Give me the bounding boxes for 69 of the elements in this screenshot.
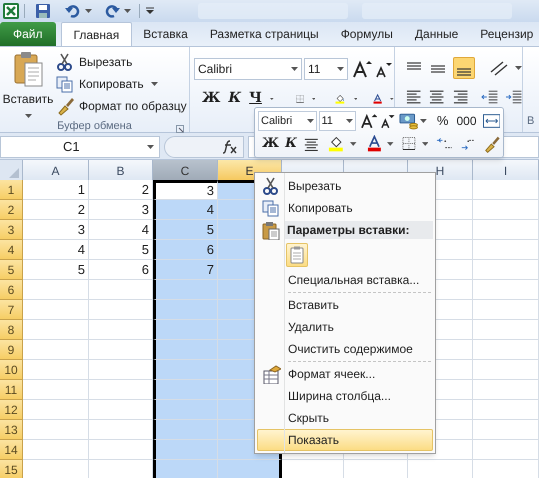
- font-name-field[interactable]: Calibri: [258, 111, 316, 131]
- font-size-field[interactable]: 11: [304, 58, 348, 80]
- italic-button[interactable]: К: [228, 88, 242, 109]
- table-cell[interactable]: 2: [89, 180, 153, 200]
- ribbon-tab[interactable]: Данные: [404, 22, 470, 46]
- bold-button[interactable]: Ж: [262, 134, 280, 154]
- italic-button[interactable]: К: [285, 134, 297, 154]
- menu-item[interactable]: Удалить: [257, 316, 433, 338]
- paste-button[interactable]: Вставить: [0, 47, 56, 118]
- ribbon-tab[interactable]: Вставка: [132, 22, 199, 46]
- font-name-field[interactable]: Calibri: [194, 58, 302, 80]
- menu-item[interactable]: Вставить: [257, 294, 433, 316]
- row-header[interactable]: 7: [0, 300, 23, 320]
- menu-item[interactable]: Скрыть: [257, 407, 433, 429]
- table-cell[interactable]: 6: [153, 240, 218, 260]
- group-title: Буфер обмена: [57, 119, 132, 134]
- row-header[interactable]: 1: [0, 180, 23, 200]
- row-header[interactable]: 2: [0, 200, 23, 220]
- table-cell[interactable]: 4: [153, 200, 218, 220]
- column-header[interactable]: C: [153, 160, 218, 182]
- row-header[interactable]: 10: [0, 360, 23, 380]
- row-header[interactable]: 14: [0, 440, 23, 460]
- row-header[interactable]: 9: [0, 340, 23, 360]
- menu-item[interactable]: Копировать: [257, 197, 433, 219]
- menu-item[interactable]: Ширина столбца...: [257, 385, 433, 407]
- group-title: В: [527, 114, 536, 128]
- table-cell[interactable]: 3: [23, 220, 89, 240]
- table-cell[interactable]: 5: [89, 240, 153, 260]
- row-header[interactable]: 5: [0, 260, 23, 280]
- table-cell[interactable]: 4: [89, 220, 153, 240]
- ribbon-command[interactable]: Копировать: [56, 73, 187, 95]
- column-header[interactable]: I: [473, 160, 539, 182]
- column-header[interactable]: B: [89, 160, 153, 182]
- menu-item[interactable]: Специальная вставка...: [257, 269, 433, 291]
- name-box[interactable]: C1: [0, 136, 160, 158]
- table-cell[interactable]: 6: [89, 260, 153, 280]
- row-header[interactable]: 4: [0, 240, 23, 260]
- row-header[interactable]: 6: [0, 280, 23, 300]
- column-header[interactable]: A: [23, 160, 89, 182]
- ribbon-command[interactable]: Формат по образцу: [56, 95, 187, 117]
- table-cell[interactable]: 7: [153, 260, 218, 280]
- ribbon-tab[interactable]: Главная: [60, 22, 132, 46]
- table-cell[interactable]: 5: [23, 260, 89, 280]
- table-cell[interactable]: 4: [23, 240, 89, 260]
- row-header[interactable]: 13: [0, 420, 23, 440]
- row-header[interactable]: 12: [0, 400, 23, 420]
- table-cell[interactable]: 1: [23, 180, 89, 200]
- bold-button[interactable]: Ж: [202, 88, 220, 109]
- underline-button[interactable]: Ч: [249, 88, 262, 109]
- ribbon-tab[interactable]: Разметка страницы: [198, 22, 330, 46]
- table-cell[interactable]: 3: [153, 180, 218, 200]
- row-header[interactable]: 11: [0, 380, 23, 400]
- row-header[interactable]: 15: [0, 460, 23, 478]
- font-size-field[interactable]: 11: [318, 111, 356, 131]
- menu-item[interactable]: Формат ячеек...: [257, 363, 433, 385]
- menu-section-header: Параметры вставки:: [284, 221, 433, 239]
- row-header[interactable]: 3: [0, 220, 23, 240]
- row-header[interactable]: 8: [0, 320, 23, 340]
- menu-item[interactable]: Показать: [257, 429, 433, 451]
- menu-item[interactable]: Очистить содержимое: [257, 338, 433, 360]
- table-cell[interactable]: 2: [23, 200, 89, 220]
- file-tab[interactable]: Файл: [0, 22, 56, 46]
- ribbon-tab[interactable]: Рецензир: [469, 22, 539, 46]
- table-cell[interactable]: 3: [89, 200, 153, 220]
- ribbon-command[interactable]: Вырезать: [56, 51, 187, 73]
- percent-button[interactable]: %: [436, 111, 448, 131]
- table-cell[interactable]: 5: [153, 220, 218, 240]
- thousands-button[interactable]: 000: [456, 112, 476, 130]
- ribbon-tab[interactable]: Формулы: [330, 22, 404, 46]
